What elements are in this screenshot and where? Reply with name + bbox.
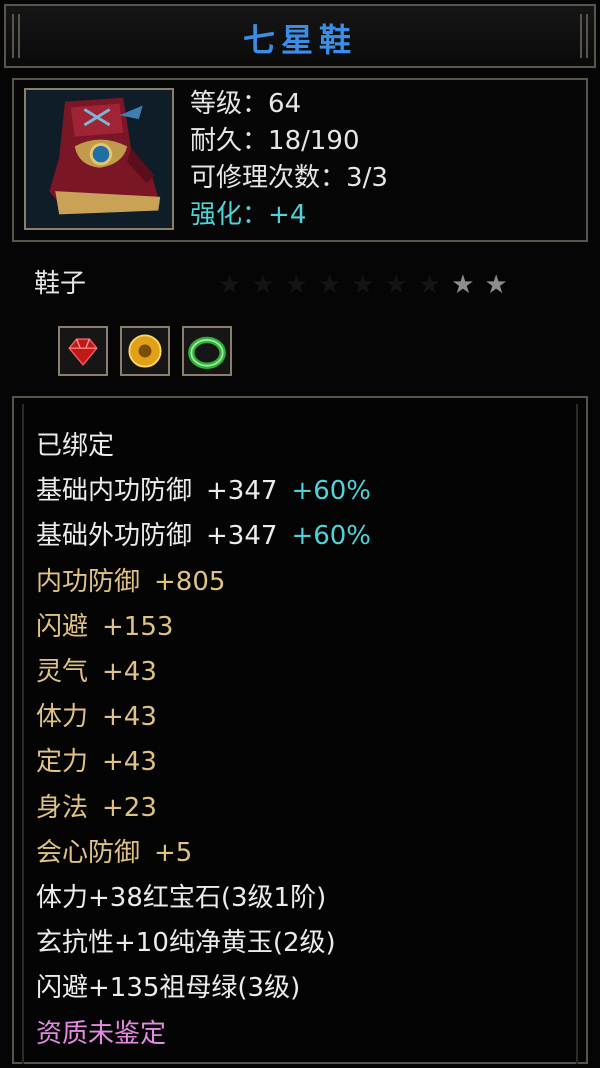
- ruby-gem-icon: [60, 328, 106, 374]
- yellow-jade-icon: [122, 328, 168, 374]
- gem-slot-2[interactable]: [120, 326, 170, 376]
- attr-agility: 身法 +23: [36, 792, 157, 823]
- gem-slot-3[interactable]: [182, 326, 232, 376]
- title-bar: 七星鞋: [4, 4, 596, 68]
- item-header-panel: 等级：64 耐久：18/190 可修理次数：3/3 强化：+4: [12, 78, 588, 242]
- base-external-defense: 基础外功防御 +347 +60%: [36, 521, 372, 552]
- attribute-list: 已绑定 基础内功防御 +347 +60% 基础外功防御 +347 +60% 内功防御 +8…: [36, 424, 371, 1057]
- item-tooltip: 七星鞋 等级：64 耐久：18/190 可修理次数：3/3 强化：+4 鞋子 ★…: [0, 0, 600, 1068]
- attr-spirit: 灵气 +43: [36, 657, 157, 688]
- quality-status: 资质未鉴定: [36, 1018, 167, 1049]
- attr-focus: 定力 +43: [36, 747, 157, 778]
- base-internal-defense: 基础内功防御 +347 +60%: [36, 476, 372, 507]
- star-filled-icon: ★: [484, 270, 518, 300]
- attr-stamina: 体力 +43: [36, 702, 157, 733]
- item-name: 七星鞋: [242, 21, 357, 59]
- item-icon-frame: [24, 88, 174, 230]
- attribute-panel: 已绑定 基础内功防御 +347 +60% 基础外功防御 +347 +60% 内功防御 +8…: [12, 396, 588, 1064]
- stat-durability: 耐久：18/190: [190, 126, 360, 156]
- gem-slot-1[interactable]: [58, 326, 108, 376]
- gem-bonus-topaz: 玄抗性+10纯净黄玉(2级): [36, 928, 336, 959]
- gem-bonus-ruby: 体力+38红宝石(3级1阶): [36, 883, 327, 914]
- stat-level: 等级：64: [190, 89, 302, 119]
- star-empty-icon: ★: [218, 270, 252, 300]
- star-empty-icon: ★: [417, 270, 452, 300]
- star-filled-icon: ★: [451, 270, 485, 300]
- boot-icon: [26, 90, 172, 228]
- attr-internal-defense: 内功防御 +805: [36, 566, 226, 597]
- star-empty-icon: ★: [284, 270, 318, 300]
- star-empty-icon: ★: [384, 270, 418, 300]
- gem-bonus-emerald: 闪避+135祖母绿(3级): [36, 973, 301, 1004]
- star-empty-icon: ★: [251, 270, 285, 300]
- attr-dodge: 闪避 +153: [36, 611, 174, 642]
- star-rating: ★★★★★★★★★: [218, 270, 540, 300]
- bound-status: 已绑定: [36, 431, 115, 461]
- star-empty-icon: ★: [351, 270, 385, 300]
- attr-crit-defense: 会心防御 +5: [36, 837, 193, 868]
- header-stats: 等级：64 耐久：18/190 可修理次数：3/3 强化：+4: [190, 86, 388, 234]
- stat-repair-count: 可修理次数：3/3: [190, 163, 388, 193]
- item-type: 鞋子: [34, 269, 87, 299]
- star-empty-icon: ★: [317, 270, 352, 300]
- stat-enhance: 强化：+4: [190, 200, 307, 230]
- emerald-ring-icon: [184, 328, 230, 374]
